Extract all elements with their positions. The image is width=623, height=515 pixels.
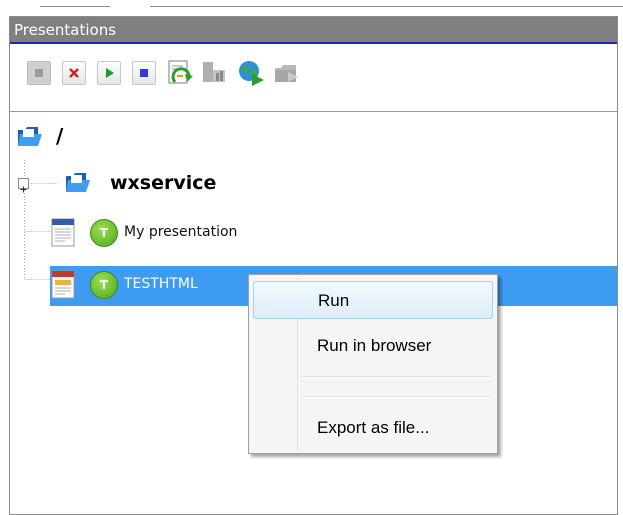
avatar: T xyxy=(90,219,118,247)
menu-item-label: Export as file... xyxy=(317,418,430,437)
menu-separator xyxy=(301,376,491,378)
stop-icon[interactable] xyxy=(132,61,156,85)
toolbar xyxy=(10,45,617,103)
tree-node-label: wxservice xyxy=(110,172,217,194)
tree-item-label: My presentation xyxy=(124,224,238,240)
refresh-icon[interactable] xyxy=(165,58,195,88)
globe-icon[interactable] xyxy=(236,58,266,88)
menu-item-export-as-file[interactable]: Export as file... xyxy=(253,409,493,447)
menu-item-empty[interactable] xyxy=(253,379,493,395)
html-document-icon xyxy=(51,270,75,299)
tree-root-label: / xyxy=(56,124,64,148)
folder-icon xyxy=(18,127,42,146)
menu-item-run[interactable]: Run xyxy=(253,281,493,319)
folder-icon xyxy=(66,173,90,192)
panel-title-bar: Presentations xyxy=(10,17,617,44)
tree-item-label: TESTHTML xyxy=(124,276,198,292)
play-icon[interactable] xyxy=(97,61,121,85)
expand-toggle-icon[interactable] xyxy=(18,178,29,193)
export-icon[interactable] xyxy=(272,58,302,88)
panel-title: Presentations xyxy=(14,21,117,39)
menu-separator xyxy=(301,396,491,398)
menu-item-run-in-browser[interactable]: Run in browser xyxy=(253,327,493,365)
chart-icon[interactable] xyxy=(200,58,230,88)
context-menu: Run Run in browser Export as file... xyxy=(248,274,498,454)
delete-icon[interactable] xyxy=(62,61,86,85)
top-tab-strip xyxy=(0,0,623,8)
avatar: T xyxy=(90,271,118,299)
new-presentation-icon[interactable] xyxy=(27,61,51,85)
menu-item-label: Run in browser xyxy=(317,336,432,355)
text-document-icon xyxy=(51,218,75,247)
menu-item-label: Run xyxy=(318,291,350,310)
